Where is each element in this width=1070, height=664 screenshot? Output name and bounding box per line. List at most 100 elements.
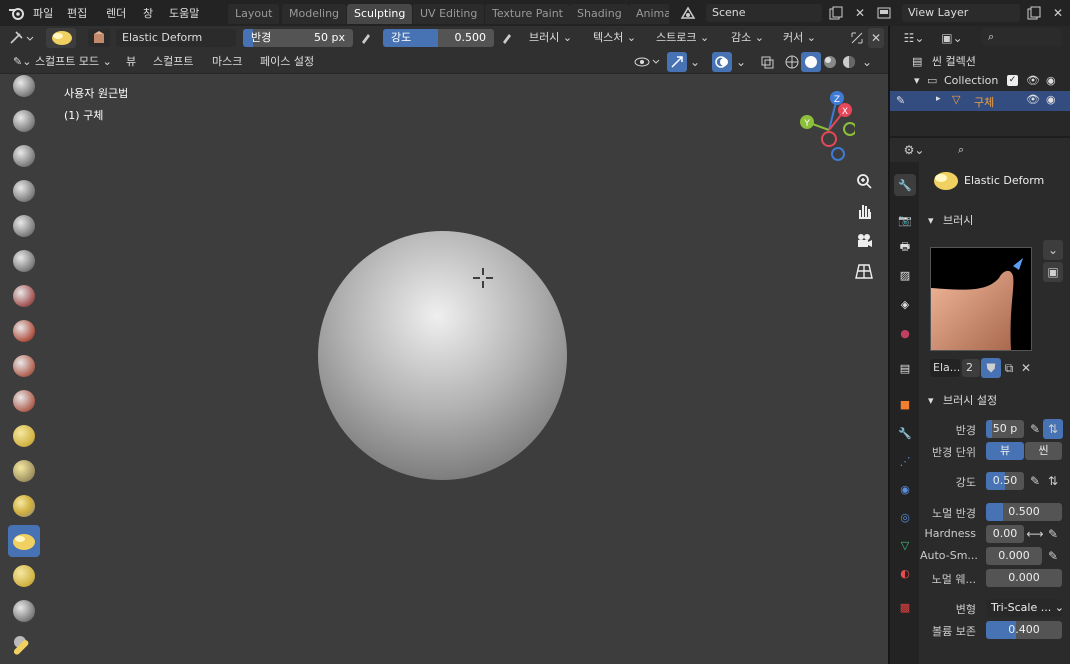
solid-shading-icon[interactable] bbox=[801, 52, 821, 72]
gizmo-toggle-icon[interactable] bbox=[667, 52, 687, 72]
properties-editor-type-icon[interactable]: ⚙⌄ bbox=[898, 140, 930, 160]
radius-field[interactable]: 50 p bbox=[986, 420, 1024, 438]
tool-snake-hook[interactable] bbox=[8, 560, 40, 592]
render-camera-icon[interactable]: ◉ bbox=[1046, 74, 1056, 87]
tab-texture-paint[interactable]: Texture Paint bbox=[485, 4, 570, 24]
tool-clay-thumb[interactable] bbox=[8, 210, 40, 242]
object-row-sphere[interactable]: ✎ ▸ ▽ 구체 👁 ◉ bbox=[890, 91, 1070, 111]
tool-draw[interactable] bbox=[8, 70, 40, 102]
collection-row[interactable]: ▾ ▭ Collection ✓ 👁 ◉ bbox=[914, 74, 1070, 90]
tab-data-icon[interactable]: ▽ bbox=[894, 534, 916, 556]
brush-user-count[interactable]: 2 bbox=[962, 359, 980, 377]
tab-material-icon[interactable]: ◐ bbox=[894, 562, 916, 584]
normal-weight-field[interactable]: 0.000 bbox=[986, 569, 1062, 587]
radius-unit-scene-button[interactable]: 씬 bbox=[1025, 442, 1062, 460]
zoom-icon[interactable] bbox=[853, 170, 875, 192]
tool-layer[interactable] bbox=[8, 245, 40, 277]
radius-unit-view-button[interactable]: 뷰 bbox=[986, 442, 1024, 460]
tab-output-icon[interactable]: 🖶 bbox=[894, 236, 916, 258]
radius-pressure-icon[interactable]: ✎ bbox=[1025, 419, 1045, 439]
visibility-eye-icon[interactable]: 👁 bbox=[1026, 74, 1040, 87]
brush-dropdown[interactable]: 브러시 ⌄ bbox=[529, 29, 572, 47]
menu-face-sets[interactable]: 페이스 설정 bbox=[255, 53, 319, 71]
fake-user-shield-icon[interactable]: ⛊ bbox=[981, 358, 1001, 378]
brush-preview-button[interactable] bbox=[46, 28, 76, 48]
tool-crease[interactable] bbox=[8, 350, 40, 382]
menu-file[interactable]: 파일 bbox=[33, 5, 53, 21]
tool-draw-sharp[interactable] bbox=[8, 105, 40, 137]
brush-datablock-icon[interactable] bbox=[88, 29, 110, 47]
tab-uv-editing[interactable]: UV Editing bbox=[413, 4, 485, 24]
brush-preview-image[interactable] bbox=[930, 247, 1032, 351]
tool-smooth[interactable] bbox=[8, 385, 40, 417]
tool-mask[interactable] bbox=[8, 630, 40, 662]
menu-help[interactable]: 도움말 bbox=[169, 5, 199, 21]
properties-search-input[interactable]: ⌕ bbox=[952, 141, 1062, 159]
tool-thumb[interactable] bbox=[8, 595, 40, 627]
tab-modeling[interactable]: Modeling bbox=[282, 4, 347, 24]
brush-list-dropdown-icon[interactable]: ⌄ bbox=[1043, 240, 1063, 260]
camera-icon[interactable] bbox=[853, 230, 875, 252]
outliner-filter-icon[interactable]: ▣⌄ bbox=[936, 28, 968, 48]
xray-icon[interactable] bbox=[757, 52, 777, 72]
tab-particles-icon[interactable]: ⋰ bbox=[894, 450, 916, 472]
tab-collection-icon[interactable]: ▤ bbox=[894, 357, 916, 379]
overlays-icon[interactable] bbox=[712, 52, 732, 72]
menu-edit[interactable]: 편집 bbox=[67, 5, 87, 21]
tool-blob[interactable] bbox=[8, 315, 40, 347]
brush-datablock-name[interactable]: Ela... bbox=[930, 359, 960, 377]
brush-custom-icon-toggle[interactable]: ▣ bbox=[1043, 262, 1063, 282]
blender-logo-icon[interactable] bbox=[8, 4, 26, 22]
tool-select-icon[interactable] bbox=[6, 28, 36, 48]
navigation-gizmo[interactable]: Z X Y bbox=[793, 88, 857, 163]
menu-mask[interactable]: 마스크 bbox=[207, 53, 247, 71]
menu-render[interactable]: 렌더 bbox=[106, 5, 126, 21]
tool-clay-strips[interactable] bbox=[8, 175, 40, 207]
material-shading-icon[interactable] bbox=[820, 52, 840, 72]
tab-sculpting[interactable]: Sculpting bbox=[347, 4, 413, 24]
tab-object-icon[interactable]: ■ bbox=[894, 393, 916, 415]
overlays-dropdown-icon[interactable]: ⌄ bbox=[734, 52, 748, 72]
normal-radius-field[interactable]: 0.500 bbox=[986, 503, 1062, 521]
tool-elastic-deform[interactable] bbox=[8, 525, 40, 557]
strength-slider[interactable]: 강도 0.500 bbox=[383, 29, 494, 47]
view-layer-selector[interactable]: View Layer bbox=[902, 4, 1020, 22]
scene-icon[interactable] bbox=[678, 3, 698, 23]
perspective-grid-icon[interactable] bbox=[853, 260, 875, 282]
delete-view-layer-icon[interactable]: ✕ bbox=[1048, 3, 1068, 23]
hardness-invert-icon[interactable]: ⟷ bbox=[1025, 524, 1045, 544]
mode-selector[interactable]: ✎⌄ 스컬프트 모드 ⌄ bbox=[8, 53, 117, 71]
new-scene-icon[interactable] bbox=[826, 3, 846, 23]
unlink-brush-icon[interactable]: ✕ bbox=[1016, 358, 1036, 378]
tab-world-icon[interactable]: ● bbox=[894, 322, 916, 344]
scene-collection-row[interactable]: ▤ 씬 컬렉션 bbox=[912, 53, 976, 69]
radius-tablet-icon[interactable]: ⇅ bbox=[1043, 419, 1063, 439]
tab-animation[interactable]: Animat bbox=[629, 4, 669, 24]
menu-sculpt[interactable]: 스컬프트 bbox=[148, 53, 198, 71]
hardness-field[interactable]: 0.00 bbox=[986, 525, 1024, 543]
tab-physics-icon[interactable]: ◉ bbox=[894, 478, 916, 500]
autosmooth-field[interactable]: 0.000 bbox=[986, 547, 1042, 565]
tab-layout[interactable]: Layout bbox=[228, 4, 280, 24]
wireframe-shading-icon[interactable] bbox=[782, 52, 802, 72]
tool-scrape[interactable] bbox=[8, 490, 40, 522]
scene-selector[interactable]: Scene bbox=[706, 4, 822, 22]
gizmo-dropdown-icon[interactable]: ⌄ bbox=[688, 52, 702, 72]
strength-pressure-icon[interactable] bbox=[497, 28, 517, 48]
tab-render-icon[interactable]: 📷 bbox=[894, 209, 916, 231]
close-area-icon[interactable]: ✕ bbox=[868, 28, 884, 48]
new-view-layer-icon[interactable] bbox=[1024, 3, 1044, 23]
falloff-dropdown[interactable]: 감소 ⌄ bbox=[731, 29, 764, 47]
tab-view-layer-icon[interactable]: ▨ bbox=[894, 264, 916, 286]
tab-constraints-icon[interactable]: ◎ bbox=[894, 506, 916, 528]
strength-tablet-icon[interactable]: ⇅ bbox=[1043, 471, 1063, 491]
tab-scene-icon[interactable]: ◈ bbox=[894, 293, 916, 315]
volume-preservation-field[interactable]: 0.400 bbox=[986, 621, 1062, 639]
strength-field[interactable]: 0.50 bbox=[986, 472, 1024, 490]
tab-modifiers-icon[interactable]: 🔧 bbox=[894, 422, 916, 444]
outliner-editor-type-icon[interactable]: ☷⌄ bbox=[898, 28, 930, 48]
hardness-pressure-icon[interactable]: ✎ bbox=[1043, 524, 1063, 544]
cursor-dropdown[interactable]: 커서 ⌄ bbox=[783, 29, 816, 47]
visibility-eye-icon[interactable]: 👁 bbox=[1026, 93, 1040, 106]
texture-dropdown[interactable]: 텍스처 ⌄ bbox=[593, 29, 636, 47]
